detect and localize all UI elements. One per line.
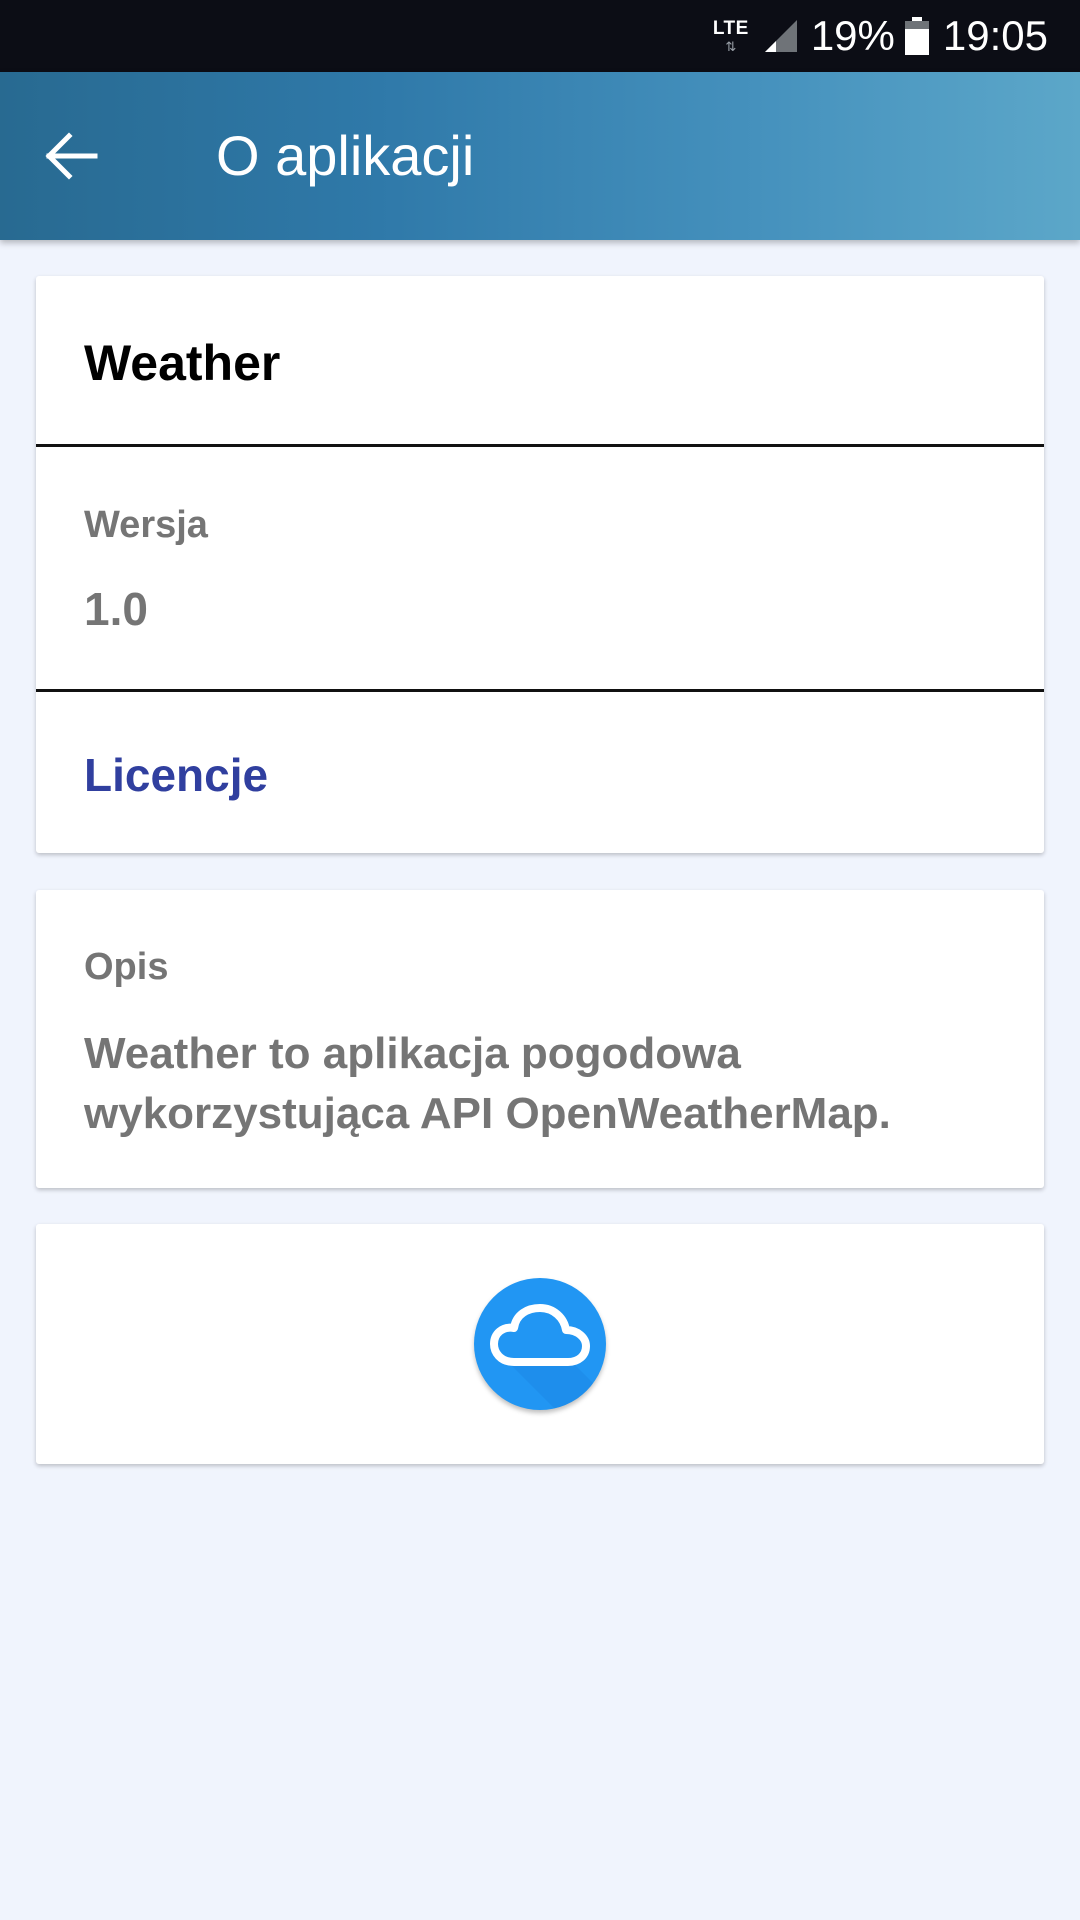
divider bbox=[36, 689, 1044, 692]
status-bar: LTE ⇅ 19% 19:05 bbox=[0, 0, 1080, 72]
version-value: 1.0 bbox=[84, 583, 148, 635]
page-title: O aplikacji bbox=[216, 124, 475, 187]
network-type: LTE bbox=[712, 18, 749, 39]
app-logo bbox=[474, 1278, 606, 1410]
licenses-link[interactable]: Licencje bbox=[84, 748, 268, 802]
cloud-icon bbox=[490, 1304, 606, 1410]
app-info-card: Weather Wersja 1.0 Licencje bbox=[36, 276, 1044, 853]
battery-icon bbox=[904, 17, 929, 55]
description-text: Weather to aplikacja pogodowa wykorzystu… bbox=[84, 1029, 891, 1138]
arrow-back-icon bbox=[45, 132, 98, 180]
clock: 19:05 bbox=[942, 12, 1048, 59]
status-icons: LTE ⇅ 19% 19:05 bbox=[713, 0, 1048, 72]
description-card: Opis Weather to aplikacja pogodowa wykor… bbox=[36, 890, 1044, 1188]
logo-card bbox=[36, 1224, 1044, 1464]
signal-icon bbox=[764, 20, 797, 52]
app-bar: O aplikacji bbox=[0, 72, 1080, 240]
divider bbox=[36, 444, 1044, 447]
back-button[interactable] bbox=[40, 124, 104, 188]
lte-icon: LTE ⇅ bbox=[713, 19, 749, 53]
app-name: Weather bbox=[84, 335, 281, 391]
description-label: Opis bbox=[84, 946, 169, 988]
battery-percentage: 19% bbox=[810, 12, 895, 59]
version-label: Wersja bbox=[84, 504, 208, 546]
data-arrows-icon: ⇅ bbox=[725, 39, 737, 54]
